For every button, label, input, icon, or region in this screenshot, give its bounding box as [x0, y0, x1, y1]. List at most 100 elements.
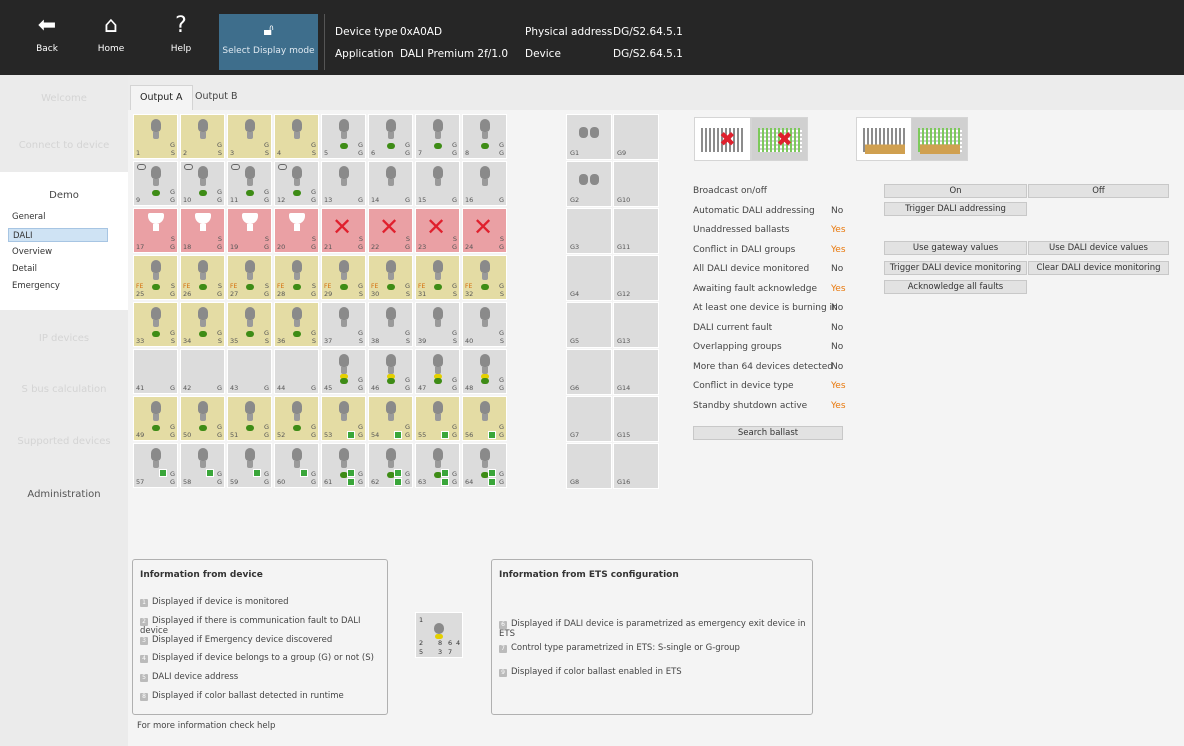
device-cell[interactable]: 34 S G	[180, 302, 225, 347]
on-button[interactable]: On	[884, 184, 1027, 198]
acknowledge-faults-button[interactable]: Acknowledge all faults	[884, 280, 1027, 294]
sidebar-item-welcome[interactable]: Welcome	[0, 93, 128, 104]
device-cell[interactable]: 17 G S	[133, 208, 178, 253]
device-cell[interactable]: 51 G G	[227, 396, 272, 441]
device-cell[interactable]: 58 G G	[180, 443, 225, 488]
group-cell[interactable]: G7	[566, 396, 612, 442]
device-cell[interactable]: 8 GG	[462, 114, 507, 159]
device-cell[interactable]: 45 G G	[321, 349, 366, 394]
device-cell[interactable]: FE 31 S G	[415, 255, 460, 300]
device-cell[interactable]: ✕ 21 G S	[321, 208, 366, 253]
trigger-addressing-button[interactable]: Trigger DALI addressing	[884, 202, 1027, 216]
device-cell[interactable]: 1 SG	[133, 114, 178, 159]
device-cell[interactable]: 46 G G	[368, 349, 413, 394]
device-cell[interactable]: FE 28 G S	[274, 255, 319, 300]
device-cell[interactable]: 41 G	[133, 349, 178, 394]
sidebar-item-ip-devices[interactable]: IP devices	[0, 333, 128, 344]
device-cell[interactable]: 3 SG	[227, 114, 272, 159]
help-button[interactable]: ? Help	[156, 10, 206, 70]
device-cell[interactable]: 43 G	[227, 349, 272, 394]
device-cell[interactable]: FE 27 G S	[227, 255, 272, 300]
group-cell[interactable]: G2	[566, 161, 612, 207]
sidebar-item-demo[interactable]: Demo	[0, 190, 128, 201]
group-cell[interactable]: G1	[566, 114, 612, 160]
device-cell[interactable]: 12 G G	[274, 161, 319, 206]
group-cell[interactable]: G6	[566, 349, 612, 395]
device-cell[interactable]: 52 G G	[274, 396, 319, 441]
device-cell[interactable]: FE 30 S G	[368, 255, 413, 300]
device-cell[interactable]: ✕ 24 G S	[462, 208, 507, 253]
device-cell[interactable]: ✕ 23 G S	[415, 208, 460, 253]
device-cell[interactable]: 39 S G	[415, 302, 460, 347]
select-display-mode-button[interactable]: 🔓︎ Select Display mode	[219, 14, 318, 70]
device-cell[interactable]: 44 G	[274, 349, 319, 394]
group-cell[interactable]: G5	[566, 302, 612, 348]
group-cell[interactable]: G15	[613, 396, 659, 442]
device-cell[interactable]: 2 SG	[180, 114, 225, 159]
group-cell[interactable]: G8	[566, 443, 612, 489]
sidebar-item-sbus[interactable]: S bus calculation	[0, 384, 128, 395]
sidebar-sub-detail[interactable]: Detail	[8, 262, 108, 276]
device-cell[interactable]: 61 G G	[321, 443, 366, 488]
use-device-values-button[interactable]: Use DALI device values	[1028, 241, 1169, 255]
sidebar-item-administration[interactable]: Administration	[0, 489, 128, 500]
device-cell[interactable]: 19 G S	[227, 208, 272, 253]
device-cell[interactable]: 47 G G	[415, 349, 460, 394]
sidebar-sub-emergency[interactable]: Emergency	[8, 279, 108, 293]
trigger-monitoring-button[interactable]: Trigger DALI device monitoring	[884, 261, 1027, 275]
device-cell[interactable]: 59 G G	[227, 443, 272, 488]
view-thumb-2[interactable]: ✖	[751, 117, 808, 161]
device-cell[interactable]: ✕ 22 G S	[368, 208, 413, 253]
device-cell[interactable]: 42 G	[180, 349, 225, 394]
device-cell[interactable]: 57 G G	[133, 443, 178, 488]
device-cell[interactable]: 48 G G	[462, 349, 507, 394]
device-cell[interactable]: 38 S G	[368, 302, 413, 347]
device-cell[interactable]: 49 G G	[133, 396, 178, 441]
device-cell[interactable]: 11 G G	[227, 161, 272, 206]
off-button[interactable]: Off	[1028, 184, 1169, 198]
device-cell[interactable]: 54 G G	[368, 396, 413, 441]
view-thumb-4[interactable]	[911, 117, 968, 161]
group-cell[interactable]: G16	[613, 443, 659, 489]
device-cell[interactable]: 9 GG	[133, 161, 178, 206]
device-cell[interactable]: 35 S G	[227, 302, 272, 347]
device-cell[interactable]: 14 G	[368, 161, 413, 206]
device-cell[interactable]: 37 S G	[321, 302, 366, 347]
sidebar-item-connect[interactable]: Connect to device	[0, 140, 128, 151]
device-cell[interactable]: 7 GG	[415, 114, 460, 159]
device-cell[interactable]: FE 29 S G	[321, 255, 366, 300]
device-cell[interactable]: FE 25 G S	[133, 255, 178, 300]
device-cell[interactable]: 50 G G	[180, 396, 225, 441]
device-cell[interactable]: 15 G	[415, 161, 460, 206]
device-cell[interactable]: 20 G S	[274, 208, 319, 253]
use-gateway-values-button[interactable]: Use gateway values	[884, 241, 1027, 255]
group-cell[interactable]: G10	[613, 161, 659, 207]
tab-output-b[interactable]: Output B	[186, 85, 247, 111]
device-cell[interactable]: 36 S G	[274, 302, 319, 347]
device-cell[interactable]: 5 GG	[321, 114, 366, 159]
group-cell[interactable]: G3	[566, 208, 612, 254]
group-cell[interactable]: G12	[613, 255, 659, 301]
group-cell[interactable]: G11	[613, 208, 659, 254]
device-cell[interactable]: 13 G	[321, 161, 366, 206]
device-cell[interactable]: 53 G G	[321, 396, 366, 441]
sidebar-sub-dali[interactable]: DALI	[8, 228, 108, 242]
view-thumb-3[interactable]	[856, 117, 913, 161]
device-cell[interactable]: 18 G S	[180, 208, 225, 253]
search-ballast-button[interactable]: Search ballast	[693, 426, 843, 440]
device-cell[interactable]: 4 SG	[274, 114, 319, 159]
device-cell[interactable]: 33 S G	[133, 302, 178, 347]
device-cell[interactable]: 16 G	[462, 161, 507, 206]
tab-output-a[interactable]: Output A	[130, 85, 193, 111]
device-cell[interactable]: 40 S G	[462, 302, 507, 347]
group-cell[interactable]: G14	[613, 349, 659, 395]
device-cell[interactable]: 6 GG	[368, 114, 413, 159]
device-cell[interactable]: 63 G G	[415, 443, 460, 488]
device-cell[interactable]: 64 G G	[462, 443, 507, 488]
group-cell[interactable]: G13	[613, 302, 659, 348]
back-button[interactable]: ⬅ Back	[22, 10, 72, 70]
sidebar-item-supported[interactable]: Supported devices	[0, 436, 128, 447]
sidebar-sub-overview[interactable]: Overview	[8, 245, 108, 259]
device-cell[interactable]: 62 G G	[368, 443, 413, 488]
device-cell[interactable]: 10 G G	[180, 161, 225, 206]
